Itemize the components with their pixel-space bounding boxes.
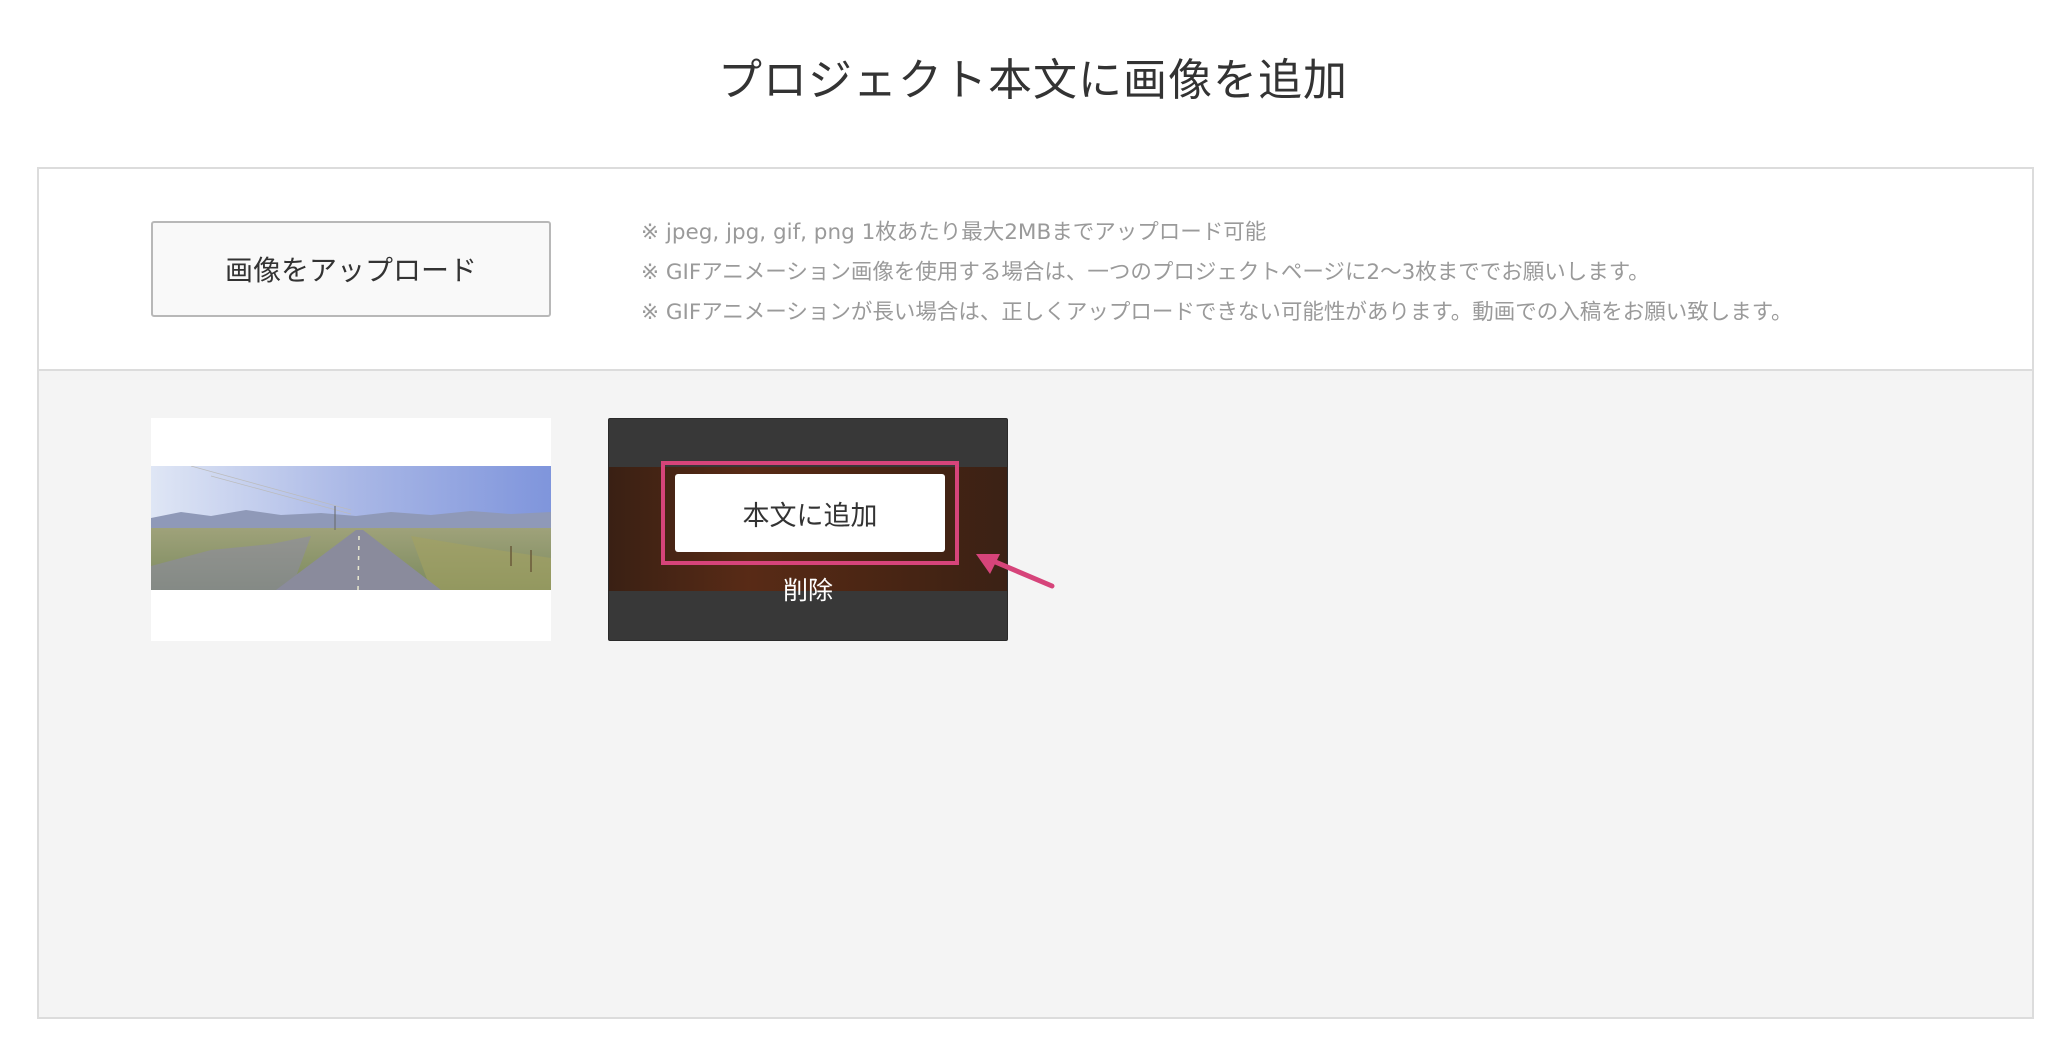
road-landscape-image xyxy=(151,466,551,590)
upload-note: ※ GIFアニメーションが長い場合は、正しくアップロードできない可能性があります… xyxy=(641,300,1793,325)
upload-note: ※ jpeg, jpg, gif, png 1枚あたり最大2MBまでアップロード… xyxy=(641,220,1267,245)
upload-note: ※ GIFアニメーション画像を使用する場合は、一つのプロジェクトページに2〜3枚… xyxy=(641,260,1650,285)
delete-image-link[interactable]: 削除 xyxy=(609,571,1007,607)
page: プロジェクト本文に画像を追加 画像をアップロード ※ jpeg, jpg, gi… xyxy=(0,0,2066,1050)
image-thumbnail-selected[interactable]: 本文に追加 削除 xyxy=(608,418,1008,641)
pointer-arrow-icon xyxy=(976,554,1055,589)
upload-section: 画像をアップロード ※ jpeg, jpg, gif, png 1枚あたり最大2… xyxy=(39,169,2032,371)
page-title: プロジェクト本文に画像を追加 xyxy=(718,55,1348,106)
image-thumbnail[interactable] xyxy=(151,418,551,641)
uploaded-images: 本文に追加 削除 xyxy=(39,371,2032,1017)
add-to-body-button[interactable]: 本文に追加 xyxy=(675,474,945,552)
upload-notes: ※ jpeg, jpg, gif, png 1枚あたり最大2MBまでアップロード… xyxy=(641,213,1793,333)
upload-image-button[interactable]: 画像をアップロード xyxy=(151,221,551,317)
